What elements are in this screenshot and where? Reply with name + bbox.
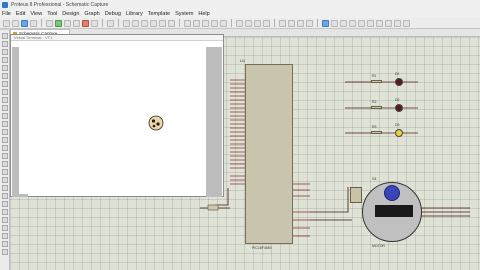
virtual-terminal-window[interactable]: Virtual Terminal - VT1 xyxy=(10,34,224,197)
led-label-d2: D2 xyxy=(395,98,400,102)
mcu-label: U1 xyxy=(240,58,246,63)
resistor-label-r2: R2 xyxy=(372,100,377,104)
microcontroller[interactable] xyxy=(245,64,293,244)
busy-cursor-icon xyxy=(148,115,164,131)
virtual-terminal-title: Virtual Terminal - VT1 xyxy=(14,35,53,40)
led-d2[interactable] xyxy=(395,104,403,112)
led-label-d3: D3 xyxy=(395,123,400,127)
terminal-right-panel xyxy=(206,47,222,197)
resistor-r3[interactable] xyxy=(371,131,382,134)
servo-part-label: MOTOR xyxy=(372,244,385,248)
mcu-part-label: PIC18F4550 xyxy=(252,246,272,250)
resistor-r2[interactable] xyxy=(371,106,382,109)
virtual-terminal-titlebar[interactable]: Virtual Terminal - VT1 xyxy=(11,35,223,41)
led-label-d1: D1 xyxy=(395,72,400,76)
servo-horn xyxy=(384,185,400,201)
terminal-display[interactable] xyxy=(19,43,216,194)
led-d3[interactable] xyxy=(395,129,403,137)
resistor-r1[interactable] xyxy=(371,80,382,83)
led-d1[interactable] xyxy=(395,78,403,86)
resistor-label-r3: R3 xyxy=(372,125,377,129)
servo-body xyxy=(375,205,413,217)
servo-connector[interactable] xyxy=(350,187,362,203)
servo-label: S1 xyxy=(372,176,377,181)
resistor-label-r1: R1 xyxy=(372,74,377,78)
